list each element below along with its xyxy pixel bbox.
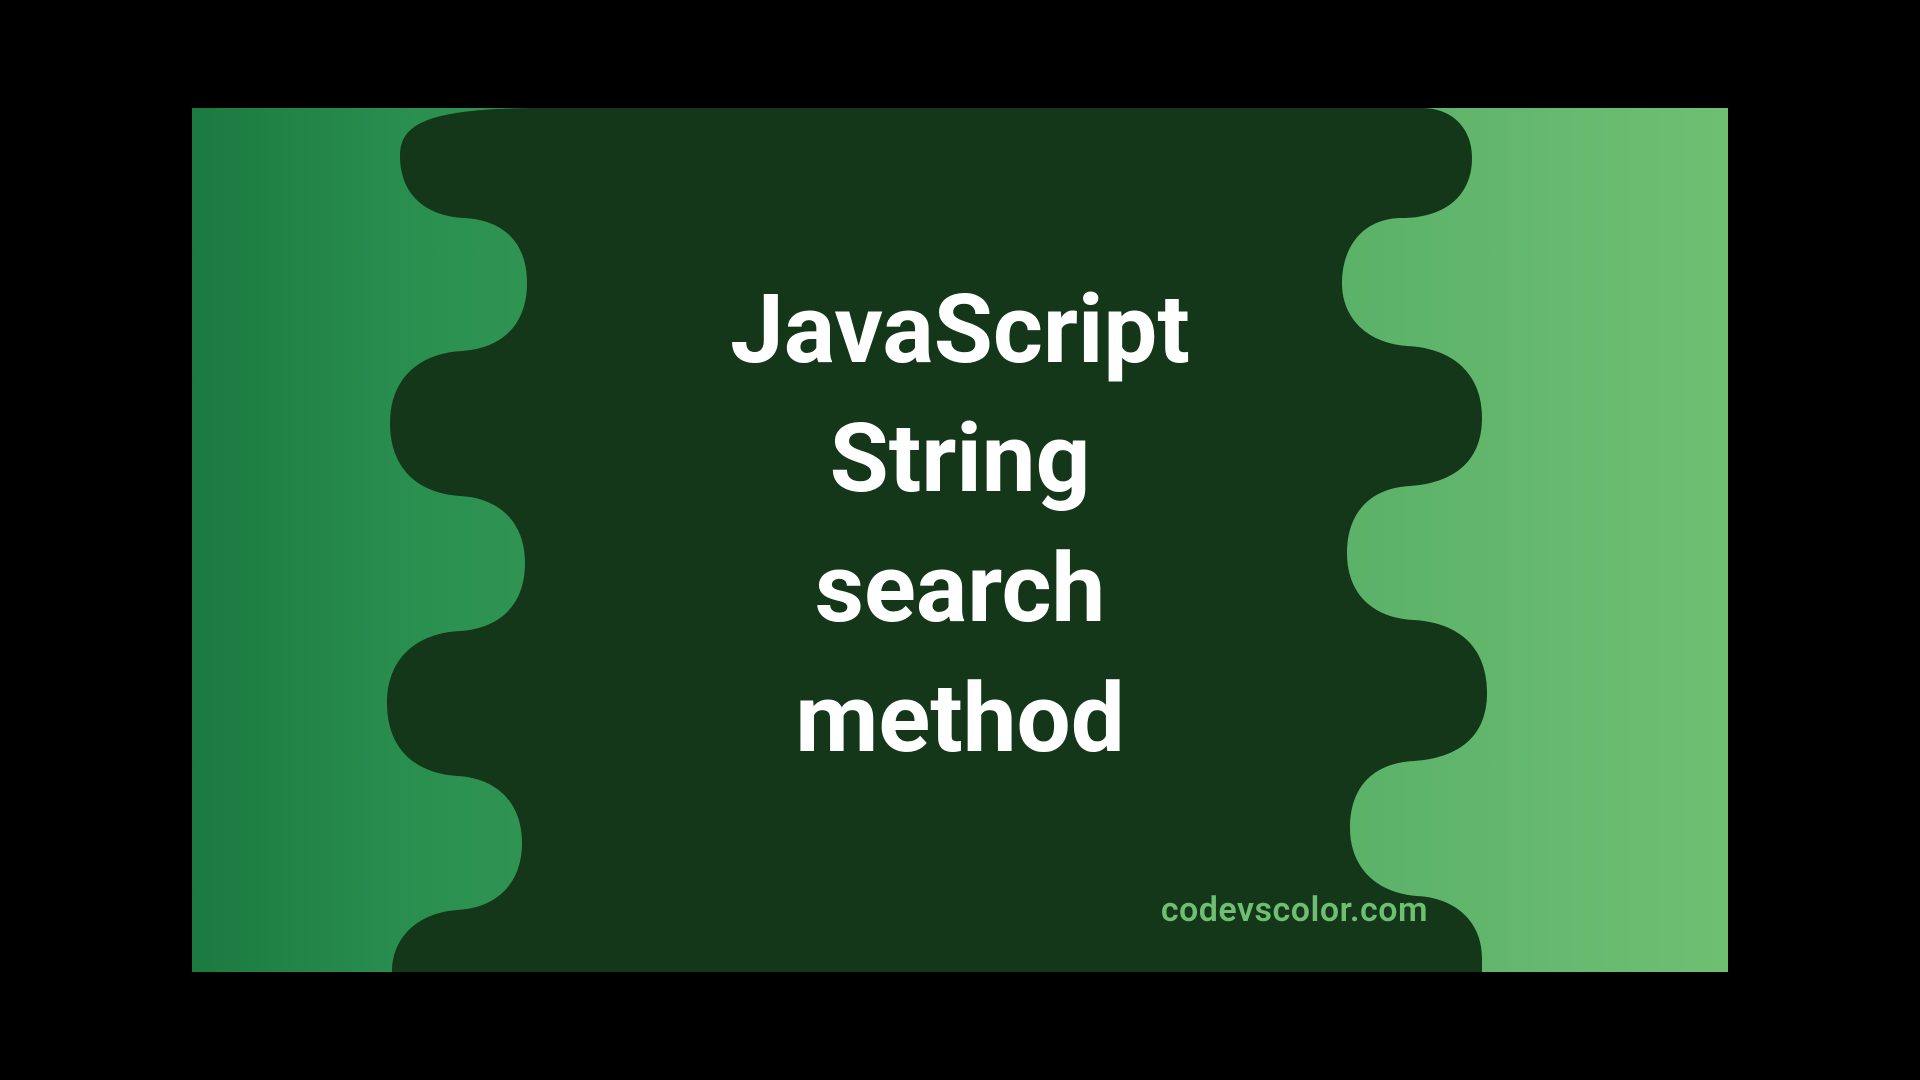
brand-label: codevscolor.com bbox=[1161, 890, 1428, 930]
banner-title: JavaScript String search method bbox=[730, 266, 1190, 784]
title-line-4: method bbox=[730, 655, 1190, 785]
title-line-2: String bbox=[730, 395, 1190, 525]
title-line-1: JavaScript bbox=[730, 266, 1190, 396]
banner-card: JavaScript String search method codevsco… bbox=[192, 108, 1728, 972]
title-line-3: search bbox=[730, 525, 1190, 655]
content-area: JavaScript String search method codevsco… bbox=[192, 108, 1728, 972]
